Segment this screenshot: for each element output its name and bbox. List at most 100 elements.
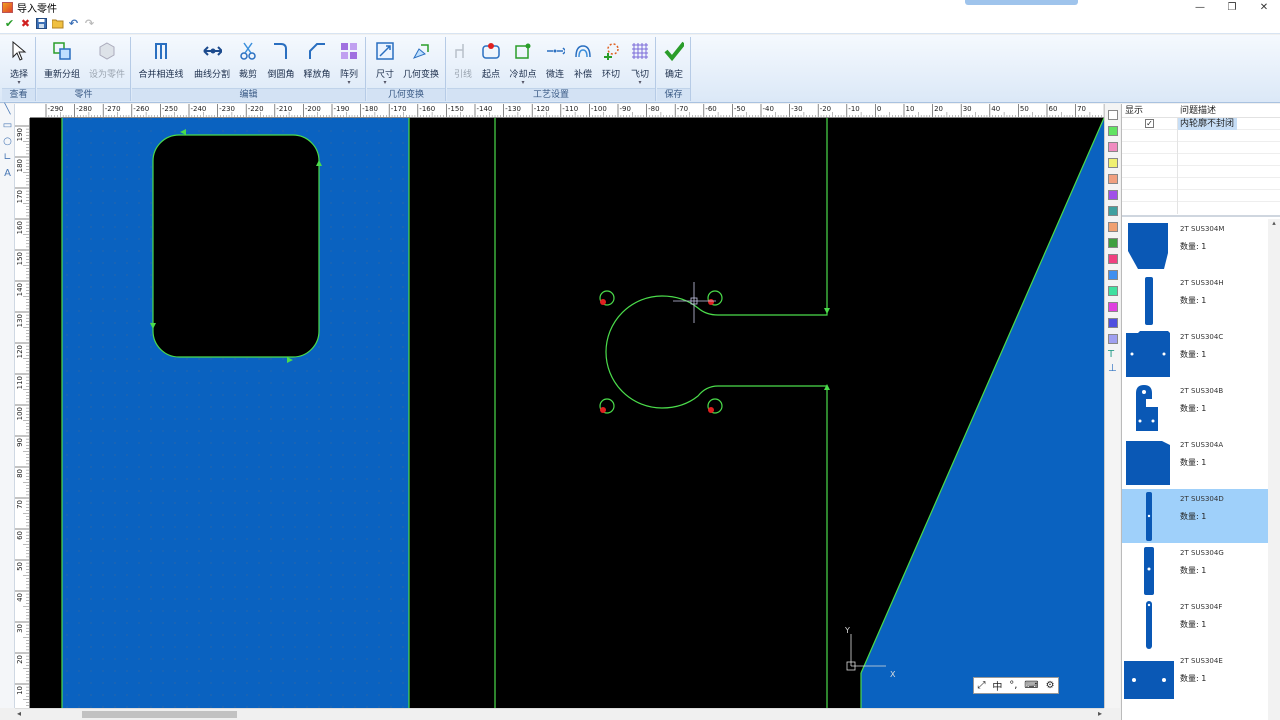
column-show: 显示 <box>1125 106 1144 116</box>
ruler-label: -70 <box>677 105 688 113</box>
horizontal-ruler: -290 -280 -270 -260 -250 -240 -230 -220 -210 -200… <box>30 104 1104 118</box>
rounded-hole-contour[interactable] <box>152 134 320 358</box>
layer-color-swatch[interactable] <box>1108 142 1118 152</box>
compensation-icon <box>573 41 593 61</box>
restore-button[interactable]: ❐ <box>1216 0 1248 14</box>
part-item[interactable]: 2T SUS304H 数量: 1 <box>1122 273 1268 327</box>
set-as-part-button[interactable]: 设为零件 <box>87 41 127 80</box>
geometry-transform-button[interactable]: 几何变换 <box>401 41 441 80</box>
layer-color-swatch[interactable] <box>1108 190 1118 200</box>
ruler-label: -40 <box>763 105 774 113</box>
start-point-markers[interactable] <box>599 290 723 414</box>
ruler-label: -190 <box>334 105 350 113</box>
ruler-label: -10 <box>848 105 859 113</box>
layer-color-swatch[interactable] <box>1108 206 1118 216</box>
fly-cut-icon <box>630 41 650 61</box>
layer-color-swatch[interactable] <box>1108 110 1118 120</box>
split-curve-button[interactable]: 曲线分割 <box>192 41 232 80</box>
horizontal-ruler-scale: -290 -280 -270 -260 -250 -240 -230 -220 -210 -200… <box>45 104 1104 117</box>
ruler-label: 20 <box>16 655 24 664</box>
axis-y-label: Y <box>845 626 850 635</box>
group-part: 重新分组 设为零件 零件 <box>37 37 131 101</box>
drawing-canvas[interactable]: Y X <box>30 118 1104 708</box>
keyboard-icon[interactable]: ⌨ <box>1024 680 1038 691</box>
open-folder-icon[interactable] <box>51 17 64 30</box>
merge-lines-icon <box>151 41 171 61</box>
ruler-label: 180 <box>16 159 24 172</box>
array-button[interactable]: 阵列 ▾ <box>329 41 369 86</box>
ruler-label: -210 <box>276 105 292 113</box>
layer-color-swatch[interactable] <box>1108 286 1118 296</box>
scroll-up-icon[interactable]: ▴ <box>1268 219 1280 227</box>
ruler-label: 80 <box>16 469 24 478</box>
select-tool-button[interactable]: 选择 ▾ <box>0 41 39 86</box>
undo-icon[interactable]: ↶ <box>67 17 80 30</box>
ruler-label: -80 <box>648 105 659 113</box>
issues-table: 显示 问题描述 ✓ 内轮廓不封闭 <box>1122 104 1280 217</box>
split-curve-icon <box>202 41 222 61</box>
fillet-button[interactable]: 倒圆角 <box>261 41 301 80</box>
part-item[interactable]: 2T SUS304C 数量: 1 <box>1122 327 1268 381</box>
layer-color-swatch[interactable] <box>1108 254 1118 264</box>
issue-description: 内轮廓不封闭 <box>1177 118 1238 130</box>
layer-color-swatch[interactable] <box>1108 238 1118 248</box>
ruler-label: 120 <box>16 345 24 358</box>
ruler-label: 10 <box>16 686 24 695</box>
ring-cut-icon <box>601 41 621 61</box>
close-button[interactable]: ✕ <box>1248 0 1280 14</box>
group-label-process: 工艺设置 <box>447 88 655 101</box>
circle-tool-icon[interactable]: ○ <box>0 136 15 152</box>
layer-color-swatch[interactable] <box>1108 302 1118 312</box>
ruler-label: -230 <box>219 105 235 113</box>
cancel-icon[interactable]: ✖ <box>19 17 32 30</box>
center-icon[interactable]: 中 <box>992 678 1002 693</box>
redo-icon[interactable]: ↷ <box>83 17 96 30</box>
gear-icon[interactable]: ⚙ <box>1046 680 1055 691</box>
part-item[interactable]: 2T SUS304A 数量: 1 <box>1122 435 1268 489</box>
ruler-label: 60 <box>16 531 24 540</box>
minimize-button[interactable]: — <box>1184 0 1216 14</box>
text-layer-icon[interactable]: T <box>1108 349 1114 360</box>
snap-icon[interactable]: °, <box>1009 680 1017 691</box>
direction-arrow-icon <box>824 384 830 390</box>
canvas-mini-toolbar: ⤢ 中 °, ⌨ ⚙ <box>973 677 1059 694</box>
part-item[interactable]: 2T SUS304E 数量: 1 <box>1122 651 1268 705</box>
part-item[interactable]: 2T SUS304M 数量: 1 <box>1122 219 1268 273</box>
confirm-button[interactable]: 确定 <box>654 41 694 80</box>
check-icon[interactable]: ✔ <box>3 17 16 30</box>
part-item[interactable]: 2T SUS304B 数量: 1 <box>1122 381 1268 435</box>
size-button[interactable]: 尺寸 ▾ <box>365 41 405 86</box>
horizontal-scrollbar[interactable]: ◂ ▸ <box>15 708 1104 720</box>
parts-scrollbar[interactable]: ▴ <box>1268 219 1280 720</box>
ruler-label: -110 <box>562 105 578 113</box>
fit-view-icon[interactable]: ⤢ <box>977 680 985 691</box>
line-tool-icon[interactable]: ╲ <box>0 104 15 120</box>
layer-color-swatch[interactable] <box>1108 270 1118 280</box>
layer-color-swatch[interactable] <box>1108 318 1118 328</box>
save-icon[interactable] <box>35 17 48 30</box>
layer-color-swatch[interactable] <box>1108 158 1118 168</box>
scroll-left-icon[interactable]: ◂ <box>17 709 21 718</box>
layer-color-swatch[interactable] <box>1108 222 1118 232</box>
merge-lines-button[interactable]: 合并相连线 <box>136 41 186 80</box>
ruler-label: -60 <box>705 105 716 113</box>
layer-color-swatch[interactable] <box>1108 174 1118 184</box>
issue-row[interactable]: ✓ 内轮廓不封闭 <box>1122 118 1280 130</box>
scroll-right-icon[interactable]: ▸ <box>1098 709 1102 718</box>
text-tool-icon[interactable]: A <box>0 168 15 184</box>
part-item[interactable]: 2T SUS304G 数量: 1 <box>1122 543 1268 597</box>
part-thumbnail <box>1124 545 1174 595</box>
part-item-selected[interactable]: 2T SUS304D 数量: 1 <box>1122 489 1268 543</box>
layer-color-swatch[interactable] <box>1108 126 1118 136</box>
part-item[interactable]: 2T SUS304F 数量: 1 <box>1122 597 1268 651</box>
part-thumbnail <box>1124 653 1174 703</box>
polyline-tool-icon[interactable]: ∟ <box>0 152 15 168</box>
scroll-thumb[interactable] <box>82 711 237 718</box>
regroup-button[interactable]: 重新分组 <box>42 41 82 80</box>
ruler-label: -100 <box>591 105 607 113</box>
ruler-label: 40 <box>16 593 24 602</box>
issue-show-checkbox[interactable]: ✓ <box>1145 119 1154 128</box>
dimension-layer-icon[interactable]: ⊥ <box>1108 363 1117 374</box>
rectangle-tool-icon[interactable]: ▭ <box>0 120 15 136</box>
layer-color-swatch[interactable] <box>1108 334 1118 344</box>
